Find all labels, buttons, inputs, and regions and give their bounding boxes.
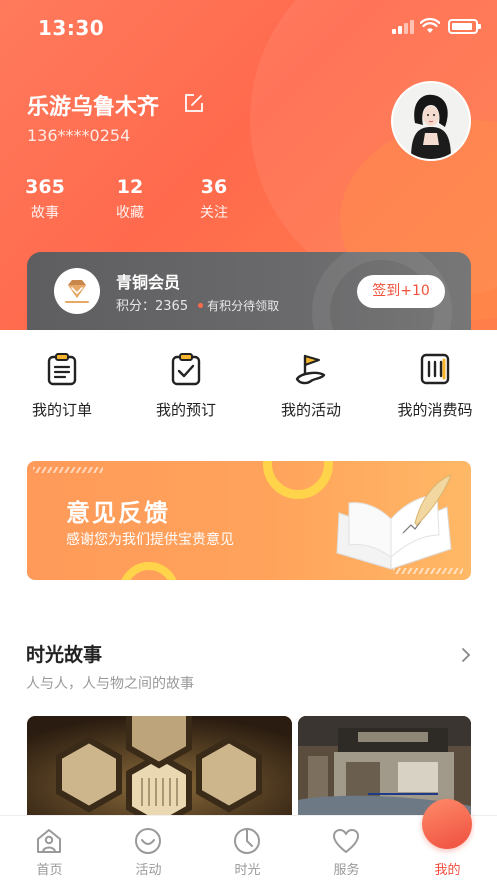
- avatar-portrait-icon: [393, 83, 469, 159]
- tab-label: 首页: [36, 863, 63, 878]
- smile-icon: [135, 828, 161, 854]
- tab-services[interactable]: 服务: [297, 816, 396, 883]
- tab-label: 我的: [434, 863, 461, 878]
- story-image-hexagon-calligraphy: [27, 716, 292, 816]
- tab-mine[interactable]: 我的: [398, 799, 497, 883]
- points-value: 2365: [155, 299, 189, 314]
- section-subtitle: 人与人，人与物之间的故事: [26, 676, 194, 692]
- quick-action-label: 我的活动: [280, 401, 341, 419]
- points-label: 积分：: [116, 299, 156, 314]
- stat-favorites[interactable]: 12 收藏: [100, 176, 160, 222]
- tab-label: 活动: [135, 863, 162, 878]
- activity-flag-icon: [295, 354, 326, 385]
- quick-action-activities[interactable]: 我的活动: [256, 352, 366, 420]
- order-clipboard-icon: [47, 353, 77, 386]
- checkin-button[interactable]: 签到+10: [357, 275, 445, 308]
- clock-icon: [234, 828, 260, 854]
- reservation-check-icon: [171, 353, 201, 386]
- quick-action-consumption-code[interactable]: 我的消费码: [380, 352, 490, 420]
- decor-hatch: [33, 467, 103, 473]
- stat-label: 故事: [31, 205, 59, 221]
- stat-label: 关注: [200, 205, 228, 221]
- tab-label: 服务: [333, 863, 360, 878]
- tab-time[interactable]: 时光: [198, 816, 297, 883]
- story-card[interactable]: [27, 716, 292, 816]
- profile-header: 13:30 乐游乌鲁木齐 136****0254 365 故事 12 收藏 36…: [0, 0, 497, 330]
- chevron-right-icon[interactable]: [460, 646, 472, 664]
- active-tab-bubble: [422, 799, 493, 849]
- notice-dot-icon: [198, 303, 204, 308]
- user-name: 乐游乌鲁木齐: [27, 95, 160, 120]
- tab-home[interactable]: 首页: [0, 816, 99, 883]
- tab-bar: 首页 活动 时光 服务 我的: [0, 799, 497, 883]
- open-book-quill-icon: [336, 474, 452, 570]
- stat-value: 36: [200, 176, 228, 198]
- user-phone: 136****0254: [27, 126, 131, 145]
- decor-ring: [263, 461, 333, 499]
- avatar[interactable]: [391, 81, 471, 161]
- cellular-signal-icon: [392, 20, 414, 34]
- quick-action-orders[interactable]: 我的订单: [7, 352, 117, 420]
- feedback-title: 意见反馈: [66, 499, 170, 527]
- tab-label: 时光: [234, 863, 261, 878]
- quick-action-label: 我的订单: [31, 401, 92, 419]
- stat-following[interactable]: 36 关注: [184, 176, 244, 222]
- stat-value: 365: [25, 176, 65, 198]
- feedback-banner[interactable]: 意见反馈 感谢您为我们提供宝贵意见: [27, 461, 471, 580]
- quick-action-reservations[interactable]: 我的预订: [131, 352, 241, 420]
- user-icon: [469, 822, 493, 845]
- feedback-subtitle: 感谢您为我们提供宝贵意见: [66, 532, 234, 548]
- home-icon: [37, 829, 61, 853]
- member-level: 青铜会员: [116, 273, 181, 292]
- section-title: 时光故事: [26, 644, 103, 666]
- quick-action-label: 我的消费码: [397, 401, 473, 419]
- decor-ring: [119, 562, 179, 580]
- stat-label: 收藏: [116, 205, 144, 221]
- bronze-medal-icon: [54, 268, 100, 314]
- membership-card[interactable]: 青铜会员 积分：2365 有积分待领取 签到+10: [27, 252, 471, 330]
- tab-activities[interactable]: 活动: [99, 816, 198, 883]
- stat-value: 12: [116, 176, 144, 198]
- consumption-code-icon: [420, 353, 450, 385]
- heart-icon: [333, 829, 359, 853]
- quick-action-label: 我的预订: [155, 401, 216, 419]
- points-tip: 有积分待领取: [207, 299, 280, 313]
- stat-stories[interactable]: 365 故事: [15, 176, 75, 222]
- status-bar: 13:30: [0, 0, 497, 56]
- battery-icon: [448, 19, 481, 34]
- wifi-icon: [420, 18, 440, 33]
- status-time: 13:30: [38, 16, 105, 40]
- member-points: 积分：2365 有积分待领取: [116, 295, 279, 314]
- edit-icon[interactable]: [184, 93, 204, 113]
